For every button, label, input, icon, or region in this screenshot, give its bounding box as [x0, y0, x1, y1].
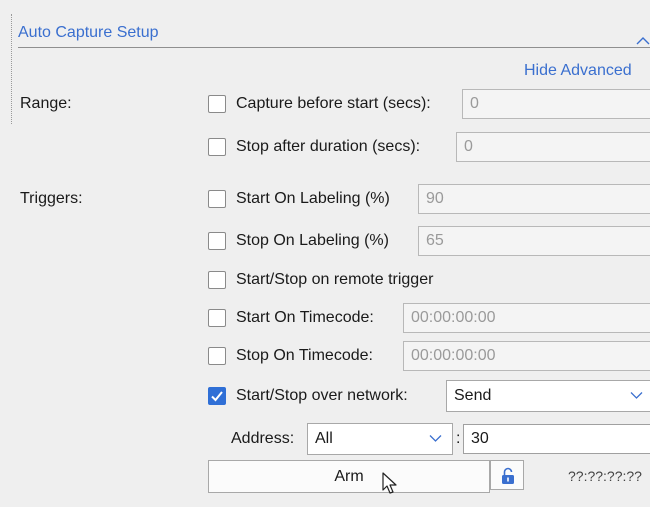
- address-label: Address:: [231, 430, 295, 447]
- address-port-separator: :: [456, 430, 461, 447]
- network-mode-select[interactable]: Send: [446, 380, 650, 412]
- capture-before-start-input[interactable]: 0: [462, 89, 650, 119]
- start-on-timecode-label: Start On Timecode:: [236, 309, 374, 326]
- checkmark-icon: [211, 391, 223, 402]
- triggers-label: Triggers:: [20, 190, 83, 207]
- start-on-timecode-checkbox[interactable]: [208, 309, 226, 327]
- arm-button-label: Arm: [334, 468, 364, 485]
- network-checkbox[interactable]: [208, 387, 226, 405]
- stop-on-timecode-input[interactable]: 00:00:00:00: [403, 341, 650, 371]
- stop-on-labeling-input[interactable]: 65: [418, 226, 650, 256]
- address-port-input[interactable]: 30: [463, 424, 650, 454]
- panel-left-guide: [11, 14, 12, 124]
- stop-on-timecode-label: Stop On Timecode:: [236, 347, 373, 364]
- remote-trigger-label: Start/Stop on remote trigger: [236, 271, 434, 288]
- stop-on-labeling-label: Stop On Labeling (%): [236, 232, 389, 249]
- panel-title: Auto Capture Setup: [18, 24, 159, 41]
- start-on-labeling-checkbox[interactable]: [208, 190, 226, 208]
- hide-advanced-link[interactable]: Hide Advanced: [524, 62, 632, 80]
- remote-trigger-checkbox[interactable]: [208, 271, 226, 289]
- stop-after-duration-checkbox[interactable]: [208, 138, 226, 156]
- title-divider: [18, 47, 650, 48]
- lock-toggle-button[interactable]: [490, 460, 524, 490]
- start-on-labeling-input[interactable]: 90: [418, 184, 650, 214]
- address-value: All: [315, 430, 333, 447]
- stop-on-timecode-checkbox[interactable]: [208, 347, 226, 365]
- stop-after-duration-input[interactable]: 0: [456, 132, 650, 162]
- start-on-labeling-label: Start On Labeling (%): [236, 190, 390, 207]
- mouse-cursor-icon: [382, 472, 400, 501]
- capture-before-start-checkbox[interactable]: [208, 95, 226, 113]
- collapse-chevron-icon[interactable]: [636, 33, 650, 49]
- address-select[interactable]: All: [307, 423, 453, 455]
- arm-button[interactable]: Arm: [208, 460, 490, 493]
- start-on-timecode-input[interactable]: 00:00:00:00: [403, 303, 650, 333]
- capture-before-start-label: Capture before start (secs):: [236, 95, 431, 112]
- range-label: Range:: [20, 95, 72, 112]
- chevron-down-icon: [429, 431, 442, 446]
- chevron-down-icon: [630, 388, 643, 403]
- stop-on-labeling-checkbox[interactable]: [208, 232, 226, 250]
- unlock-icon: [502, 467, 514, 484]
- network-mode-value: Send: [454, 387, 492, 404]
- network-label: Start/Stop over network:: [236, 387, 408, 404]
- timecode-readout: ??:??:??:??: [568, 468, 642, 484]
- stop-after-duration-label: Stop after duration (secs):: [236, 138, 421, 155]
